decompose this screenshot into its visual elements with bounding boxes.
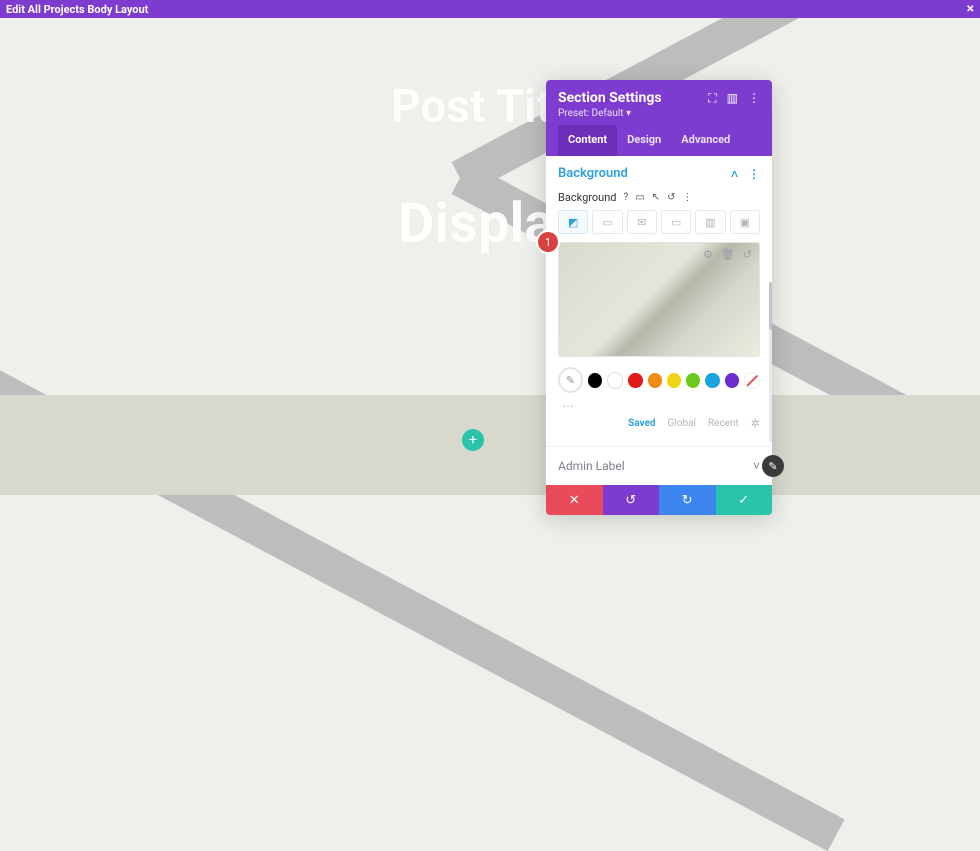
bg-tab-color[interactable]: ◩ bbox=[558, 210, 588, 234]
preset-dropdown[interactable]: Preset: Default ▾ bbox=[558, 108, 760, 119]
chevron-down-icon: ˅ bbox=[753, 459, 760, 473]
hover-icon[interactable]: ↖ bbox=[652, 192, 660, 203]
swatch-none[interactable] bbox=[744, 372, 760, 389]
reset-icon[interactable]: ↺ bbox=[667, 192, 675, 203]
hero-line-2: Display bbox=[0, 190, 980, 256]
palette-tab-global[interactable]: Global bbox=[668, 418, 696, 429]
bg-tab-pattern[interactable]: ▥ bbox=[695, 210, 725, 234]
panel-title: Section Settings bbox=[558, 90, 662, 106]
background-section-title[interactable]: Background bbox=[558, 166, 628, 181]
hero-line-1: Post Title bbox=[0, 80, 980, 134]
swatch-yellow[interactable] bbox=[667, 373, 681, 388]
admin-label-title: Admin Label bbox=[558, 459, 625, 473]
eyedropper-button[interactable]: ✎ bbox=[558, 367, 583, 393]
palette-tab-saved[interactable]: Saved bbox=[628, 418, 655, 429]
swatch-white[interactable] bbox=[607, 372, 623, 389]
columns-icon[interactable]: ▥ bbox=[727, 91, 738, 105]
background-field-label: Background bbox=[558, 191, 616, 204]
color-palette: ✎ bbox=[558, 367, 760, 393]
settings-panel: Section Settings ⛶ ▥ ⋮ Preset: Default ▾… bbox=[546, 80, 772, 515]
panel-scrollbar[interactable] bbox=[769, 282, 772, 442]
tab-advanced[interactable]: Advanced bbox=[671, 125, 740, 156]
swatch-black[interactable] bbox=[588, 373, 602, 388]
tab-design[interactable]: Design bbox=[617, 125, 671, 156]
swatch-red[interactable] bbox=[628, 373, 642, 388]
tab-content[interactable]: Content bbox=[558, 125, 617, 156]
more-icon[interactable]: ⋮ bbox=[748, 91, 760, 105]
responsive-icon[interactable]: ▭ bbox=[635, 192, 644, 203]
section-menu-icon[interactable]: ⋮ bbox=[748, 167, 760, 181]
collapse-icon[interactable]: ˄ bbox=[731, 167, 738, 181]
swatch-green[interactable] bbox=[686, 373, 700, 388]
background-preview[interactable]: ⚙ 🗑 ↺ bbox=[558, 242, 760, 357]
field-more-icon[interactable]: ⋮ bbox=[682, 192, 692, 203]
bg-tab-mask[interactable]: ▣ bbox=[730, 210, 760, 234]
admin-label-section[interactable]: Admin Label ˅ bbox=[546, 446, 772, 485]
annotation-badge-1: 1 bbox=[538, 232, 558, 252]
bg-tab-image[interactable]: ✉ bbox=[627, 210, 657, 234]
preview-trash-icon[interactable]: 🗑 bbox=[721, 248, 735, 261]
preview-gear-icon[interactable]: ⚙ bbox=[703, 248, 713, 261]
swatch-orange[interactable] bbox=[648, 373, 662, 388]
topbar-close-icon[interactable]: × bbox=[967, 2, 974, 16]
panel-redo-button[interactable]: ↻ bbox=[659, 485, 716, 515]
swatch-purple[interactable] bbox=[725, 373, 739, 388]
palette-more-icon[interactable]: ⋯ bbox=[562, 399, 760, 413]
bg-tab-gradient[interactable]: ▭ bbox=[592, 210, 622, 234]
panel-save-button[interactable]: ✓ bbox=[716, 485, 773, 515]
swatch-blue[interactable] bbox=[705, 373, 719, 388]
preview-revert-icon[interactable]: ↺ bbox=[743, 248, 752, 261]
topbar-title: Edit All Projects Body Layout bbox=[6, 3, 148, 16]
edit-toggle-button[interactable]: ✎ bbox=[762, 455, 784, 477]
palette-tab-recent[interactable]: Recent bbox=[708, 418, 739, 429]
add-section-button[interactable]: + bbox=[462, 429, 484, 451]
top-bar: Edit All Projects Body Layout × bbox=[0, 0, 980, 18]
panel-undo-button[interactable]: ↺ bbox=[603, 485, 660, 515]
panel-close-button[interactable]: ✕ bbox=[546, 485, 603, 515]
expand-icon[interactable]: ⛶ bbox=[708, 91, 716, 106]
bg-tab-video[interactable]: ▭ bbox=[661, 210, 691, 234]
palette-settings-icon[interactable]: ✲ bbox=[751, 417, 760, 430]
help-icon[interactable]: ? bbox=[623, 192, 628, 203]
